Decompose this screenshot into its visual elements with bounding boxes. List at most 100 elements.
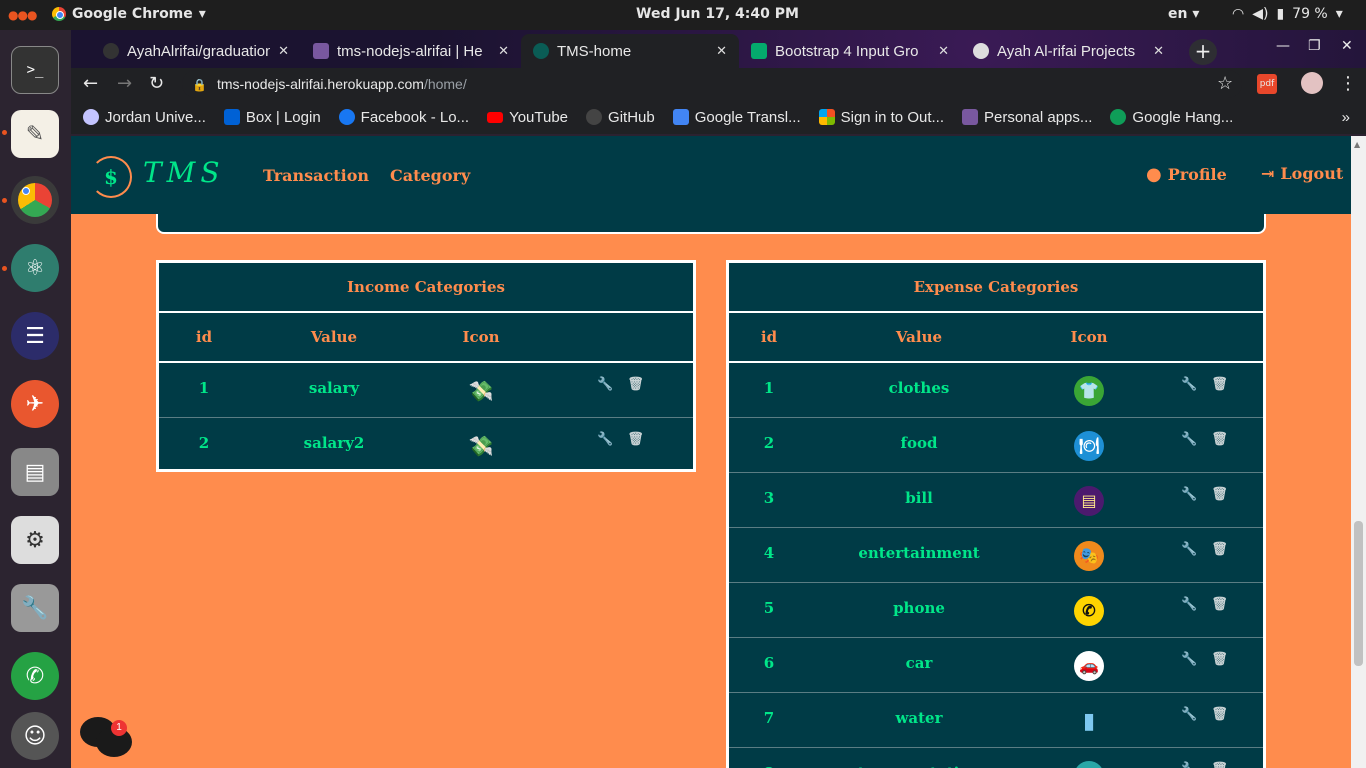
reload-icon[interactable]: ↻ xyxy=(149,73,164,94)
terminal-icon[interactable]: >_ xyxy=(11,46,59,94)
delete-trash-icon[interactable]: 🗑 xyxy=(627,432,644,447)
close-icon[interactable]: ✕ xyxy=(938,43,949,59)
delete-trash-icon[interactable]: 🗑 xyxy=(1211,377,1228,392)
tab-github[interactable]: AyahAlrifai/graduation ✕ xyxy=(91,34,301,68)
bookmark-label: Box | Login xyxy=(245,108,321,126)
eclipse-icon[interactable]: ☰ xyxy=(11,312,59,360)
volume-icon: ◀) xyxy=(1252,6,1269,22)
nav-category-link[interactable]: Category xyxy=(390,166,470,185)
profile-link[interactable]: ● Profile xyxy=(1146,164,1227,185)
battery-level: 79 % xyxy=(1292,6,1328,22)
more-options-icon[interactable]: ⋮ xyxy=(1339,73,1357,94)
edit-wrench-icon[interactable]: 🔧 xyxy=(1181,432,1197,447)
bookmark-label: Google Transl... xyxy=(694,108,801,126)
page-scrollbar[interactable]: ▲ xyxy=(1351,136,1366,768)
minimize-icon[interactable]: — xyxy=(1276,38,1290,54)
bookmark-heroku-apps[interactable]: Personal apps... xyxy=(962,109,1092,126)
chat-widget[interactable]: 1 xyxy=(80,715,132,759)
delete-trash-icon[interactable]: 🗑 xyxy=(1211,762,1228,768)
table-row: 5 phone ✆ 🔧 🗑 xyxy=(729,583,1263,638)
brand-name[interactable]: TMS xyxy=(143,156,225,189)
chrome-dock-icon[interactable] xyxy=(11,176,59,224)
battery-icon: ▮ xyxy=(1276,6,1285,22)
github-icon xyxy=(586,109,603,125)
bookmark-google-translate[interactable]: Google Transl... xyxy=(672,108,801,126)
row-actions: 🔧🗑 xyxy=(1181,707,1228,722)
edit-wrench-icon[interactable]: 🔧 xyxy=(1181,707,1197,722)
bookmark-box[interactable]: Box | Login xyxy=(223,108,321,126)
close-icon[interactable]: ✕ xyxy=(716,43,727,59)
delete-trash-icon[interactable]: 🗑 xyxy=(1211,597,1228,612)
edit-wrench-icon[interactable]: 🔧 xyxy=(1181,487,1197,502)
delete-trash-icon[interactable]: 🗑 xyxy=(1211,652,1228,667)
tab-bootstrap[interactable]: Bootstrap 4 Input Gro ✕ xyxy=(739,34,961,68)
cell-icon: 🎭 xyxy=(1039,528,1139,583)
edit-wrench-icon[interactable]: 🔧 xyxy=(1181,377,1197,392)
chrome-icon xyxy=(18,183,52,217)
close-window-icon[interactable]: ✕ xyxy=(1341,38,1353,54)
delete-trash-icon[interactable]: 🗑 xyxy=(1211,487,1228,502)
back-icon[interactable]: ← xyxy=(83,73,98,94)
activities-icon[interactable]: ●●● xyxy=(8,8,37,22)
new-tab-button[interactable]: + xyxy=(1189,39,1217,65)
settings-mixer-icon[interactable]: ⚙ xyxy=(11,516,59,564)
chevron-right-icon[interactable]: » xyxy=(1342,109,1350,126)
file-manager-icon[interactable]: ▤ xyxy=(11,448,59,496)
close-icon[interactable]: ✕ xyxy=(498,43,509,59)
running-indicator xyxy=(2,266,7,271)
bookmark-jordan-university[interactable]: Jordan Unive... xyxy=(83,109,206,126)
sign-out-icon: ⇥ xyxy=(1261,164,1275,183)
row-actions: 🔧🗑 xyxy=(1181,652,1228,667)
bookmark-hangouts[interactable]: Google Hang... xyxy=(1110,109,1233,126)
cell-value: car xyxy=(905,654,933,672)
extension-icon[interactable]: pdf xyxy=(1257,74,1277,94)
delete-trash-icon[interactable]: 🗑 xyxy=(627,377,644,392)
close-icon[interactable]: ✕ xyxy=(1153,43,1164,59)
bookmark-outlook[interactable]: Sign in to Out... xyxy=(818,109,944,126)
edit-wrench-icon[interactable]: 🔧 xyxy=(597,432,613,447)
globe-icon xyxy=(973,43,989,59)
maximize-icon[interactable]: ❐ xyxy=(1308,38,1321,54)
app-menu-label: Google Chrome xyxy=(72,6,193,22)
bookmark-youtube[interactable]: YouTube xyxy=(487,109,568,126)
logout-label: Logout xyxy=(1280,164,1344,183)
system-status-menu[interactable]: ◠ ◀) ▮ 79 % ▾ xyxy=(1232,6,1343,22)
postman-icon[interactable]: ✈ xyxy=(11,380,59,428)
delete-trash-icon[interactable]: 🗑 xyxy=(1211,542,1228,557)
delete-trash-icon[interactable]: 🗑 xyxy=(1211,707,1228,722)
water-bottle-icon: ▮ xyxy=(1082,707,1096,734)
atom-icon[interactable]: ⚛ xyxy=(11,244,59,292)
income-table-title: Income Categories xyxy=(159,263,693,313)
bookmark-star-icon[interactable]: ☆ xyxy=(1217,73,1233,94)
scrollbar-thumb[interactable] xyxy=(1354,521,1363,666)
tab-tms-home[interactable]: TMS-home ✕ xyxy=(521,34,739,68)
clock[interactable]: Wed Jun 17, 4:40 PM xyxy=(636,6,799,22)
bookmark-github[interactable]: GitHub xyxy=(586,109,655,126)
close-icon[interactable]: ✕ xyxy=(278,43,289,59)
app-menu[interactable]: Google Chrome ▾ xyxy=(52,6,206,22)
edit-wrench-icon[interactable]: 🔧 xyxy=(597,377,613,392)
avatar[interactable] xyxy=(1301,72,1323,94)
tab-heroku[interactable]: tms-nodejs-alrifai | He ✕ xyxy=(301,34,521,68)
tools-icon[interactable]: 🔧 xyxy=(11,584,59,632)
row-actions: 🔧🗑 xyxy=(1181,487,1228,502)
tab-projects[interactable]: Ayah Al-rifai Projects ✕ xyxy=(961,34,1176,68)
language-indicator[interactable]: en ▾ xyxy=(1168,6,1199,22)
logo[interactable]: $ xyxy=(90,156,132,198)
edit-wrench-icon[interactable]: 🔧 xyxy=(1181,652,1197,667)
money-hand-icon: 💸 xyxy=(468,378,494,403)
forward-icon[interactable]: → xyxy=(117,73,132,94)
edit-wrench-icon[interactable]: 🔧 xyxy=(1181,542,1197,557)
text-editor-icon[interactable]: ✎ xyxy=(11,110,59,158)
delete-trash-icon[interactable]: 🗑 xyxy=(1211,432,1228,447)
edit-wrench-icon[interactable]: 🔧 xyxy=(1181,762,1197,768)
tab-title: Ayah Al-rifai Projects xyxy=(997,42,1136,60)
logout-link[interactable]: ⇥ Logout xyxy=(1261,164,1343,183)
phone-app-icon[interactable]: ✆ xyxy=(11,652,59,700)
edit-wrench-icon[interactable]: 🔧 xyxy=(1181,597,1197,612)
scroll-up-icon[interactable]: ▲ xyxy=(1354,140,1360,149)
user-avatar-icon[interactable]: ☺ xyxy=(11,712,59,760)
address-bar[interactable]: 🔒 tms-nodejs-alrifai.herokuapp.com/home/ xyxy=(182,70,1242,98)
bookmark-facebook[interactable]: Facebook - Lo... xyxy=(338,109,469,126)
nav-transaction-link[interactable]: Transaction xyxy=(263,166,369,185)
